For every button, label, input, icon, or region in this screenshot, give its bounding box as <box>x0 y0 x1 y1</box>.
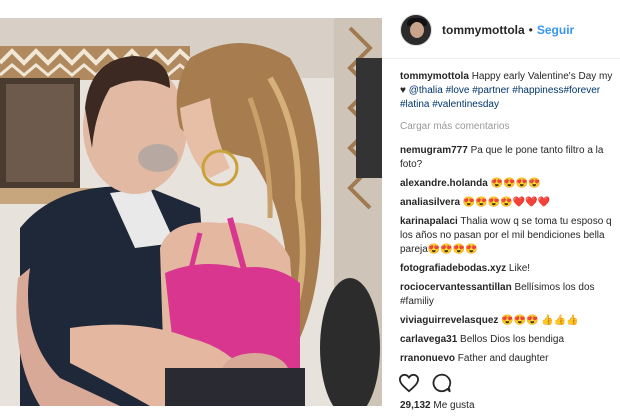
comment-text: Father and daughter <box>455 353 549 364</box>
comment-item: alexandre.holanda 😍😍😍😍 <box>400 177 614 191</box>
couple-photo-image <box>0 18 382 406</box>
caption-text-part: Happy early Valentine's Day my <box>471 71 613 82</box>
comment-item: fotografiadebodas.xyz Like! <box>400 262 614 276</box>
comment-text: 😍😍😍😍❤️❤️❤️ <box>460 197 550 208</box>
caption-tag-link[interactable]: #love <box>446 85 470 96</box>
post-side-panel: tommymottola • Seguir tommymottola Happy… <box>382 0 620 420</box>
comment-item: nemugram777 Pa que le pone tanto filtro … <box>400 144 614 172</box>
comment-username[interactable]: rociocervantessantillan <box>400 282 512 293</box>
caption-tag-link[interactable]: #partner <box>472 85 509 96</box>
post-caption: tommymottola Happy early Valentine's Day… <box>400 70 614 112</box>
comment-username[interactable]: alexandre.holanda <box>400 178 488 189</box>
follow-button[interactable]: Seguir <box>537 23 574 37</box>
post-header: tommymottola • Seguir <box>400 12 574 48</box>
header-username[interactable]: tommymottola <box>442 23 525 37</box>
avatar[interactable] <box>400 14 432 46</box>
caption-tag-link[interactable]: #forever <box>563 85 600 96</box>
comment-text: Like! <box>506 263 531 274</box>
comment-username[interactable]: analiasilvera <box>400 197 460 208</box>
header-divider <box>382 58 620 59</box>
like-button[interactable] <box>396 370 422 396</box>
comment-text: 😍😍😍 👍👍👍 <box>498 315 579 326</box>
likes-count[interactable]: 29,132 Me gusta <box>400 400 475 411</box>
comment-item: rociocervantessantillan Bellísimos los d… <box>400 281 614 309</box>
comment-text: Bellos Dios los bendiga <box>457 334 565 345</box>
comment-username[interactable]: carlavega31 <box>400 334 457 345</box>
comment-username[interactable]: viviaguirrevelasquez <box>400 315 498 326</box>
header-separator: • <box>528 23 533 37</box>
comment-username[interactable]: rranonuevo <box>400 353 455 364</box>
comment-item: rranonuevo Father and daughter <box>400 352 614 366</box>
comment-text: 😍😍😍😍 <box>487 178 541 189</box>
caption-tag-link[interactable]: #valentinesday <box>432 99 499 110</box>
comment-username[interactable]: fotografiadebodas.xyz <box>400 263 506 274</box>
load-more-comments-button[interactable]: Cargar más comentarios <box>400 120 614 134</box>
comment-username[interactable]: karinapalaci <box>400 216 458 227</box>
comment-item: viviaguirrevelasquez 😍😍😍 👍👍👍 <box>400 314 614 328</box>
comment-item: carlavega31 Bellos Dios los bendiga <box>400 333 614 347</box>
likes-label: Me gusta <box>433 400 475 411</box>
comments-section: tommymottola Happy early Valentine's Day… <box>400 70 614 371</box>
caption-tag-link[interactable]: #latina <box>400 99 429 110</box>
post-actions <box>396 370 460 396</box>
caption-tag-link[interactable]: @thalia <box>409 85 443 96</box>
caption-username[interactable]: tommymottola <box>400 71 469 82</box>
comment-bubble-icon <box>432 373 452 393</box>
comment-username[interactable]: nemugram777 <box>400 145 468 156</box>
comment-item: karinapalaci Thalia wow q se toma tu esp… <box>400 215 614 257</box>
comment-button[interactable] <box>428 370 454 396</box>
instagram-post: tommymottola • Seguir tommymottola Happy… <box>0 0 620 420</box>
likes-number: 29,132 <box>400 400 431 411</box>
caption-tag-link[interactable]: #happiness <box>512 85 563 96</box>
comment-list: nemugram777 Pa que le pone tanto filtro … <box>400 144 614 366</box>
comment-item: analiasilvera 😍😍😍😍❤️❤️❤️ <box>400 196 614 210</box>
heart-outline-icon <box>398 373 420 393</box>
post-photo[interactable] <box>0 18 382 406</box>
